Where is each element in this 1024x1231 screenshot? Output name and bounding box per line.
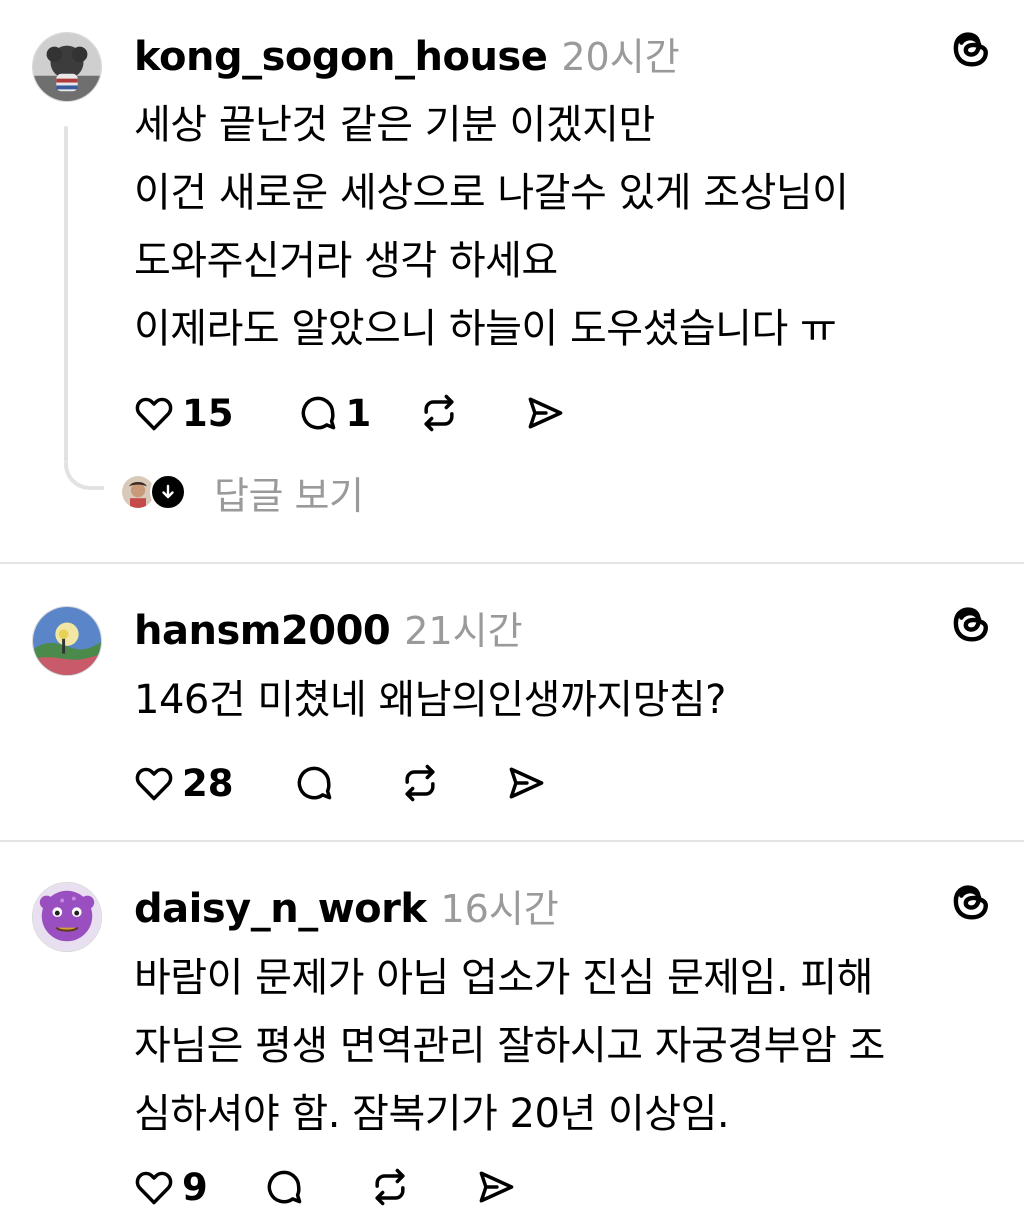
like-button[interactable]: 15	[132, 390, 234, 436]
timestamp: 21시간	[404, 609, 523, 653]
heart-icon	[135, 1171, 173, 1205]
timestamp: 16시간	[440, 887, 559, 931]
comment-line: 세상 끝난것 같은 기분 이겠지만	[134, 102, 655, 148]
send-icon	[528, 397, 563, 429]
reply-button[interactable]	[262, 1164, 306, 1210]
post-header: daisy_n_work 16시간	[134, 878, 559, 933]
comment-line: 바람이 문제가 아님 업소가 진심 문제임. 피해	[134, 955, 873, 1001]
post-header: hansm2000 21시간	[134, 600, 523, 655]
share-button[interactable]	[523, 390, 567, 436]
comment-feed: kong_sogon_house 20시간 세상 끝난것 같은 기분 이겠지만 …	[0, 0, 1024, 1231]
comment-line: 이제라도 알았으니 하늘이 도우셨습니다 ㅠ	[134, 306, 837, 352]
username[interactable]: hansm2000	[134, 608, 391, 654]
repost-button[interactable]	[417, 390, 461, 436]
comment-text: 146건 미쳤네 왜남의인생까지망침?	[134, 666, 994, 734]
arrow-down-icon	[162, 484, 174, 499]
threads-logo-icon[interactable]	[948, 878, 994, 924]
heart-icon	[135, 397, 173, 431]
comment-line: 146건 미쳤네 왜남의인생까지망침?	[134, 677, 726, 723]
action-bar: 15 1	[132, 390, 567, 436]
like-button[interactable]: 28	[132, 760, 234, 806]
avatar[interactable]	[32, 882, 102, 952]
like-button[interactable]: 9	[132, 1164, 208, 1210]
view-replies-row[interactable]: 답글 보기	[120, 472, 364, 518]
comment-line: 도와주신거라 생각 하세요	[134, 238, 558, 284]
action-bar: 28	[132, 760, 548, 806]
comment-post[interactable]: daisy_n_work 16시간 바람이 문제가 아님 업소가 진심 문제임.…	[0, 842, 1024, 1231]
avatar-character-image	[33, 883, 101, 951]
thread-connector	[64, 462, 104, 490]
expand-badge	[150, 474, 186, 510]
send-icon	[479, 1171, 514, 1203]
comment-text: 세상 끝난것 같은 기분 이겠지만 이건 새로운 세상으로 나갈수 있게 조상님…	[134, 91, 994, 363]
like-count: 9	[182, 1165, 208, 1209]
post-header: kong_sogon_house 20시간	[134, 26, 680, 81]
comment-line: 이건 새로운 세상으로 나갈수 있게 조상님이	[134, 170, 849, 216]
thread-line	[64, 126, 68, 462]
speech-bubble-icon	[301, 396, 335, 430]
speech-bubble-icon	[297, 766, 331, 800]
avatar-landscape-image	[33, 607, 101, 675]
comment-post[interactable]: kong_sogon_house 20시간 세상 끝난것 같은 기분 이겠지만 …	[0, 0, 1024, 562]
avatar-dog-image	[33, 33, 101, 101]
repost-icon	[404, 764, 435, 802]
share-button[interactable]	[504, 760, 548, 806]
reply-button[interactable]	[292, 760, 336, 806]
reply-count: 1	[345, 391, 372, 435]
send-icon	[509, 767, 543, 799]
speech-bubble-icon	[267, 1170, 302, 1204]
avatar[interactable]	[32, 606, 102, 676]
username[interactable]: daisy_n_work	[134, 886, 427, 932]
threads-logo-icon[interactable]	[948, 25, 994, 71]
action-bar: 9	[132, 1164, 518, 1210]
repost-button[interactable]	[398, 760, 442, 806]
threads-logo-icon[interactable]	[948, 600, 994, 646]
share-button[interactable]	[474, 1164, 518, 1210]
comment-post[interactable]: hansm2000 21시간 146건 미쳤네 왜남의인생까지망침? 28	[0, 564, 1024, 840]
avatar[interactable]	[32, 32, 102, 102]
repost-button[interactable]	[368, 1164, 412, 1210]
repost-icon	[424, 394, 454, 432]
like-count: 28	[182, 761, 234, 805]
username[interactable]: kong_sogon_house	[134, 34, 548, 80]
heart-icon	[135, 767, 173, 801]
comment-line: 심하셔야 함. 잠복기가 20년 이상임.	[134, 1091, 730, 1137]
reply-button[interactable]: 1	[296, 390, 372, 436]
timestamp: 20시간	[561, 35, 680, 79]
comment-text: 바람이 문제가 아님 업소가 진심 문제임. 피해 자님은 평생 면역관리 잘하…	[134, 944, 994, 1148]
comment-line: 자님은 평생 면역관리 잘하시고 자궁경부암 조	[134, 1023, 885, 1069]
like-count: 15	[182, 391, 234, 435]
view-replies-link[interactable]: 답글 보기	[214, 465, 364, 520]
repost-icon	[375, 1168, 405, 1206]
